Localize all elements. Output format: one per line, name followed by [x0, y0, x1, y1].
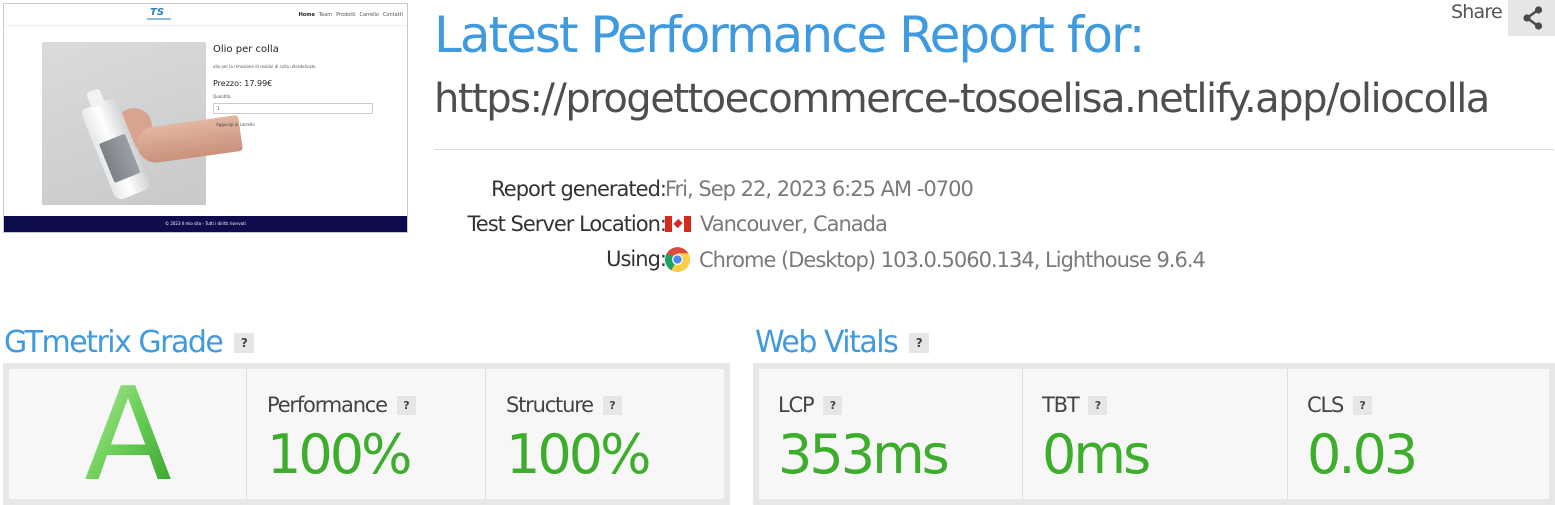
report-meta: Report generated: Fri, Sep 22, 2023 6:25… — [434, 175, 1334, 280]
canada-flag-icon — [665, 216, 691, 232]
thumbnail-nav-link: Carrello — [359, 12, 379, 18]
vitals-help-icon[interactable]: ? — [909, 332, 930, 353]
grade-help-icon[interactable]: ? — [234, 332, 255, 353]
thumbnail-footer: © 2023 Il mio sito - Tutti i diritti ris… — [4, 216, 407, 232]
using-label: Using: — [606, 247, 667, 271]
share-button[interactable] — [1507, 0, 1555, 36]
tbt-label: TBT — [1042, 393, 1080, 417]
structure-label: Structure — [506, 393, 594, 417]
chrome-icon — [665, 247, 690, 272]
vitals-panel-inner: LCP ? 353ms TBT ? 0ms CLS ? 0.03 — [759, 369, 1549, 499]
structure-help-icon[interactable]: ? — [602, 395, 622, 415]
thumbnail-nav-link: Home — [298, 12, 315, 18]
cls-label-row: CLS ? — [1307, 393, 1373, 417]
grade-letter-text: A — [84, 381, 172, 487]
generated-date: Fri, Sep 22, 2023 6:25 AM -0700 — [665, 177, 974, 201]
cls-help-icon[interactable]: ? — [1353, 395, 1373, 415]
product-price: Prezzo: 17.99€ — [213, 79, 273, 88]
tbt-help-icon[interactable]: ? — [1088, 395, 1108, 415]
thumbnail-navbar: TS Home Team Prodotti Carrello Contatti — [4, 4, 407, 26]
meta-row-generated: Report generated: Fri, Sep 22, 2023 6:25… — [434, 175, 1334, 210]
web-vitals-panel: LCP ? 353ms TBT ? 0ms CLS ? 0.03 — [753, 363, 1555, 505]
tbt-value: 0ms — [1042, 423, 1151, 486]
share-control[interactable]: Share — [1451, 0, 1555, 36]
grade-cell: A — [9, 369, 247, 499]
gtmetrix-grade-title: GTmetrix Grade — [4, 325, 224, 360]
thumbnail-nav-link: Contatti — [382, 12, 403, 18]
lcp-cell: LCP ? 353ms — [759, 369, 1023, 499]
thumbnail-nav-link: Team — [318, 12, 333, 18]
product-description: olio per la rimozione di residui di coll… — [213, 64, 316, 69]
quantity-label: Quantità — [213, 94, 231, 99]
share-icon — [1523, 6, 1542, 30]
cls-label: CLS — [1307, 393, 1344, 417]
location-text: Vancouver, Canada — [700, 212, 888, 236]
performance-help-icon[interactable]: ? — [396, 395, 416, 415]
cls-value: 0.03 — [1307, 423, 1418, 486]
structure-cell: Structure ? 100% — [486, 369, 724, 499]
report-url[interactable]: https://progettoecommerce-tosoelisa.netl… — [434, 76, 1490, 122]
lcp-value: 353ms — [778, 423, 950, 486]
thumbnail-nav-links: Home Team Prodotti Carrello Contatti — [299, 12, 403, 18]
gtmetrix-grade-panel: A Performance ? 100% Structure ? 100% — [3, 363, 730, 505]
divider — [434, 149, 1554, 150]
thumbnail-nav-link: Prodotti — [336, 12, 356, 18]
performance-cell: Performance ? 100% — [247, 369, 486, 499]
page-title: Latest Performance Report for: — [434, 6, 1146, 64]
generated-value: Fri, Sep 22, 2023 6:25 AM -0700 — [665, 177, 974, 201]
grade-a-glyph: A — [84, 381, 172, 487]
meta-row-location: Test Server Location: Vancouver, Canada — [434, 210, 1334, 245]
site-logo: TS — [147, 7, 171, 23]
structure-value: 100% — [506, 423, 651, 486]
meta-row-using: Using: Chrome (Desktop) 103.0.5060.134, … — [434, 245, 1334, 280]
product-photo — [42, 42, 243, 205]
web-vitals-heading: Web Vitals ? — [755, 325, 930, 360]
grade-panel-inner: A Performance ? 100% Structure ? 100% — [9, 369, 724, 499]
product-title: Olio per colla — [213, 44, 279, 55]
location-value: Vancouver, Canada — [665, 212, 888, 236]
lcp-label: LCP — [778, 393, 815, 417]
using-value: Chrome (Desktop) 103.0.5060.134, Lightho… — [665, 247, 1206, 272]
grade-letter: A — [9, 369, 246, 499]
tbt-label-row: TBT ? — [1042, 393, 1108, 417]
generated-label: Report generated: — [491, 177, 667, 201]
tbt-cell: TBT ? 0ms — [1023, 369, 1288, 499]
performance-value: 100% — [267, 423, 412, 486]
lcp-label-row: LCP ? — [778, 393, 843, 417]
share-label[interactable]: Share — [1451, 0, 1503, 23]
quantity-field: 1 — [213, 103, 373, 114]
performance-label-row: Performance ? — [267, 393, 416, 417]
gtmetrix-grade-heading: GTmetrix Grade ? — [4, 325, 255, 360]
page-screenshot-thumbnail[interactable]: TS Home Team Prodotti Carrello Contatti … — [3, 3, 408, 233]
web-vitals-title: Web Vitals — [755, 325, 899, 360]
add-to-cart-link: Aggiungi al carrello — [216, 122, 255, 127]
using-text: Chrome (Desktop) 103.0.5060.134, Lightho… — [699, 247, 1206, 272]
location-label: Test Server Location: — [467, 212, 667, 236]
performance-label: Performance — [267, 393, 388, 417]
structure-label-row: Structure ? — [506, 393, 622, 417]
lcp-help-icon[interactable]: ? — [823, 395, 843, 415]
cls-cell: CLS ? 0.03 — [1288, 369, 1549, 499]
